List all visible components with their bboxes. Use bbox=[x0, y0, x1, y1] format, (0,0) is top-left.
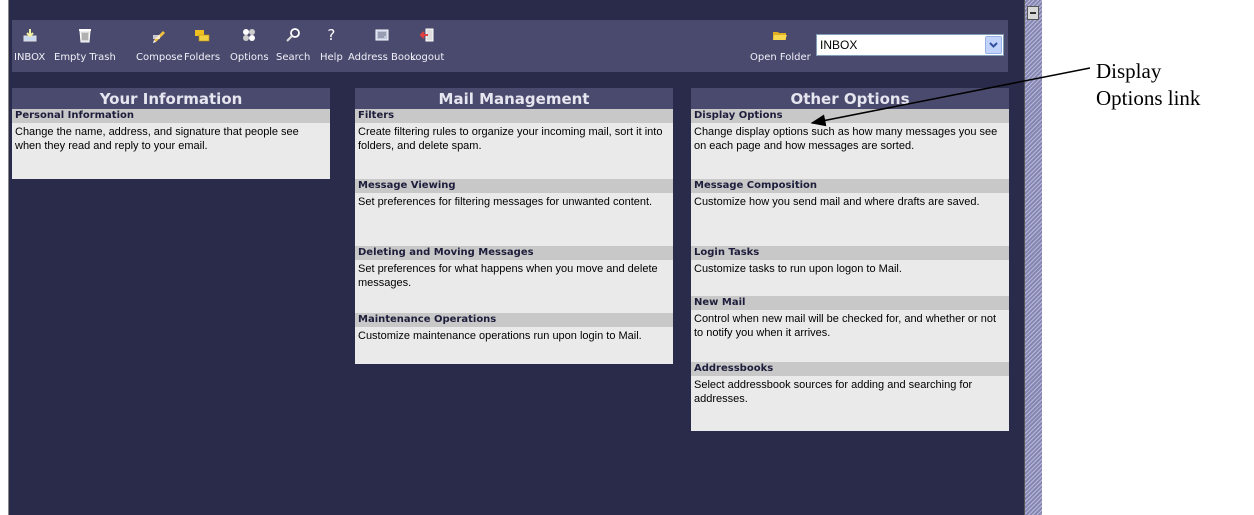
other-options-panel: Other Options Display Options Change dis… bbox=[691, 88, 1009, 431]
inbox-label: INBOX bbox=[14, 52, 46, 63]
scroll-up-button[interactable] bbox=[1027, 6, 1039, 20]
personal-information-desc: Change the name, address, and signature … bbox=[15, 126, 299, 152]
address-book-label: Address Book bbox=[348, 52, 416, 63]
annotation-line-2: Options link bbox=[1096, 86, 1201, 110]
message-composition-link[interactable]: Message Composition bbox=[691, 179, 1009, 193]
help-label: Help bbox=[320, 52, 343, 63]
message-composition-desc: Customize how you send mail and where dr… bbox=[694, 196, 980, 208]
pencil-icon bbox=[150, 26, 168, 44]
question-mark-icon: ? bbox=[327, 26, 336, 44]
help-button[interactable]: ? Help bbox=[320, 24, 343, 68]
logout-label: Logout bbox=[410, 52, 445, 63]
addressbooks-desc: Select addressbook sources for adding an… bbox=[694, 379, 973, 405]
message-viewing-desc: Set preferences for filtering messages f… bbox=[358, 196, 653, 208]
search-button[interactable]: Search bbox=[276, 24, 310, 68]
chevron-down-icon[interactable] bbox=[985, 36, 1002, 54]
address-book-icon bbox=[373, 26, 391, 44]
new-mail-desc: Control when new mail will be checked fo… bbox=[694, 313, 997, 339]
logout-icon bbox=[418, 26, 436, 44]
mail-management-panel: Mail Management Filters Create filtering… bbox=[355, 88, 673, 364]
folders-icon bbox=[193, 26, 211, 44]
deleting-moving-messages-desc: Set preferences for what happens when yo… bbox=[358, 263, 658, 289]
maintenance-operations-desc: Customize maintenance operations run upo… bbox=[358, 330, 642, 342]
filters-desc: Create filtering rules to organize your … bbox=[358, 126, 663, 152]
trash-can-icon bbox=[76, 26, 94, 44]
other-options-heading: Other Options bbox=[691, 88, 1009, 109]
deleting-moving-messages-link[interactable]: Deleting and Moving Messages bbox=[355, 246, 673, 260]
empty-trash-label: Empty Trash bbox=[54, 52, 116, 63]
your-information-heading: Your Information bbox=[12, 88, 330, 109]
open-folder-label: Open Folder bbox=[750, 52, 811, 63]
login-tasks-desc: Customize tasks to run upon logon to Mai… bbox=[694, 263, 902, 275]
options-button[interactable]: Options bbox=[230, 24, 269, 68]
folders-button[interactable]: Folders bbox=[184, 24, 220, 68]
addressbooks-link[interactable]: Addressbooks bbox=[691, 362, 1009, 376]
search-label: Search bbox=[276, 52, 311, 63]
empty-trash-button[interactable]: Empty Trash bbox=[54, 24, 116, 68]
options-icon bbox=[240, 26, 258, 44]
folders-label: Folders bbox=[184, 52, 221, 63]
options-label: Options bbox=[230, 52, 269, 63]
compose-label: Compose bbox=[136, 52, 183, 63]
open-folder-button[interactable]: Open Folder bbox=[750, 24, 811, 68]
filters-link[interactable]: Filters bbox=[355, 109, 673, 123]
minimize-icon bbox=[1030, 12, 1036, 14]
annotation-line-1: Display bbox=[1096, 59, 1162, 83]
annotation-label: Display Options link bbox=[1096, 58, 1246, 112]
inbox-tray-icon bbox=[21, 26, 39, 44]
message-viewing-link[interactable]: Message Viewing bbox=[355, 179, 673, 193]
logout-button[interactable]: Logout bbox=[410, 24, 444, 68]
folder-select-value: INBOX bbox=[820, 38, 858, 52]
magnifier-icon bbox=[284, 26, 302, 44]
open-folder-icon bbox=[771, 26, 789, 44]
compose-button[interactable]: Compose bbox=[136, 24, 183, 68]
inbox-button[interactable]: INBOX bbox=[14, 24, 45, 68]
folder-select[interactable]: INBOX bbox=[816, 34, 1004, 56]
address-book-button[interactable]: Address Book bbox=[348, 24, 416, 68]
display-options-link[interactable]: Display Options bbox=[691, 109, 1009, 123]
mail-management-heading: Mail Management bbox=[355, 88, 673, 109]
maintenance-operations-link[interactable]: Maintenance Operations bbox=[355, 313, 673, 327]
new-mail-link[interactable]: New Mail bbox=[691, 296, 1009, 310]
login-tasks-link[interactable]: Login Tasks bbox=[691, 246, 1009, 260]
personal-information-link[interactable]: Personal Information bbox=[12, 109, 330, 123]
display-options-desc: Change display options such as how many … bbox=[694, 126, 998, 152]
vertical-scrollbar[interactable] bbox=[1024, 0, 1042, 515]
your-information-panel: Your Information Personal Information Ch… bbox=[12, 88, 330, 179]
